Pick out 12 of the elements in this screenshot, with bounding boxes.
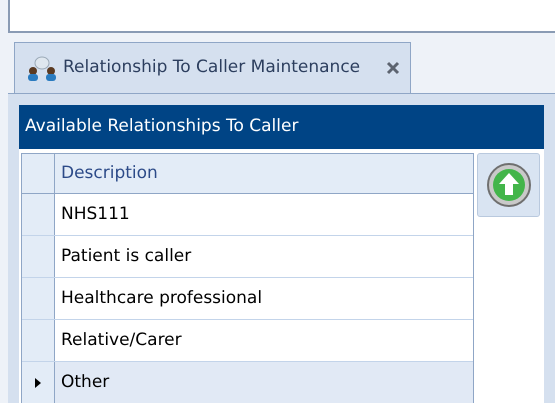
- table-cell-text: Patient is caller: [60, 244, 192, 268]
- table-cell-text: NHS111: [60, 202, 131, 226]
- document-tab[interactable]: Relationship To Caller Maintenance: [14, 42, 412, 93]
- current-row-icon: [35, 378, 41, 388]
- people-icon: [25, 54, 59, 82]
- panel-header: Available Relationships To Caller: [19, 105, 544, 149]
- table-cell-text: Healthcare professional: [60, 286, 264, 310]
- table-cell-text: Relative/Carer: [60, 328, 183, 352]
- close-icon[interactable]: [386, 61, 400, 75]
- table-cell-text: Other: [60, 370, 110, 394]
- tab-title: Relationship To Caller Maintenance: [63, 56, 360, 80]
- move-up-button[interactable]: [477, 153, 540, 217]
